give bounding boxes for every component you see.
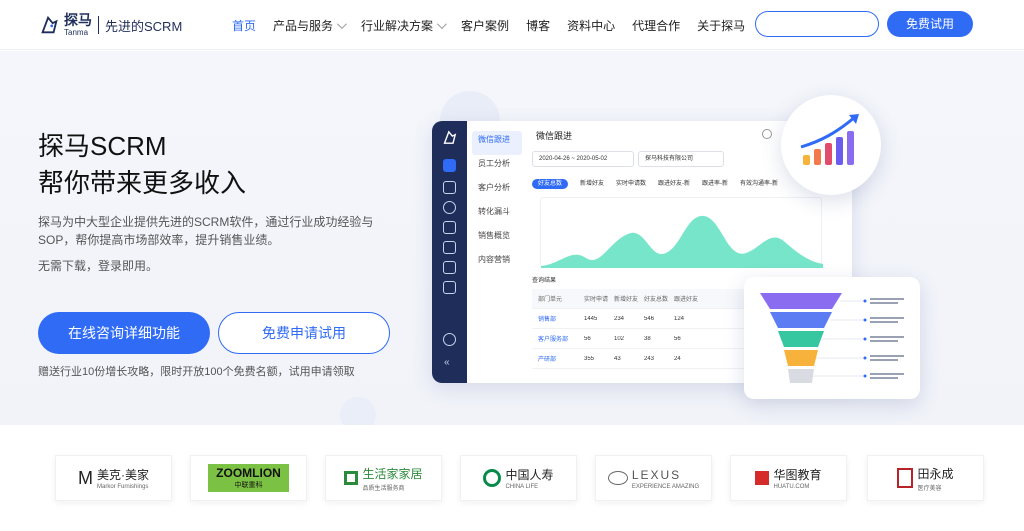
collapse-icon: « [444, 357, 450, 368]
chart-icon [443, 159, 456, 172]
funnel-chart [760, 293, 904, 383]
chevron-down-icon [437, 18, 447, 29]
partner-logo-zoomlion[interactable]: ZOOMLION 中联重科 [190, 455, 307, 501]
mockup-tab[interactable]: 好友总数 [532, 179, 569, 189]
lexus-mark-icon [607, 471, 628, 485]
mockup-tab[interactable]: 有效沟通率-新 [740, 179, 778, 189]
mockup-tab[interactable]: 跟进好友-新 [658, 179, 690, 189]
growth-badge [781, 95, 881, 195]
table-header-row: 部门单元 实时申请数 新增好友 好友总数 跟进好友 [532, 289, 752, 309]
partner-logo-huatu[interactable]: 华图教育 HUATU.COM [730, 455, 847, 501]
decor-circle [340, 397, 376, 425]
menu-item-partners[interactable]: 代理合作 [632, 17, 680, 34]
hero-description: 探马为中大型企业提供先进的SCRM软件，通过行业成功经验与SOP，帮你提高市场部… [38, 215, 374, 247]
hero-section: 探马SCRM 帮你带来更多收入 探马为中大型企业提供先进的SCRM软件，通过行业… [0, 51, 1024, 425]
data-table: 部门单元 实时申请数 新增好友 好友总数 跟进好友 销售部 1445 234 5… [532, 289, 752, 369]
hero-note: 无需下载，登录即用。 [38, 259, 159, 273]
tanma-logo-icon [443, 130, 457, 144]
apply-trial-button[interactable]: 免费申请试用 [218, 312, 390, 354]
tanma-logo-icon [41, 15, 58, 34]
toggle-icon[interactable] [762, 129, 772, 139]
table-row: 产研部 355 43 243 24 [532, 349, 752, 369]
result-label: 查询结果 [532, 278, 557, 284]
partner-logo-markor[interactable]: M 美克·美家 Markor Furnishings [55, 455, 172, 501]
logo-divider [98, 16, 99, 34]
mockup-tab[interactable]: 新增好友 [580, 179, 604, 189]
calendar-icon [443, 241, 456, 254]
settings-icon [443, 333, 456, 346]
grid-icon [443, 281, 456, 294]
partner-logo-lexus[interactable]: LEXUS EXPERIENCE AMAZING [595, 455, 712, 501]
mockup-menu-item[interactable]: 员工分析 [472, 155, 522, 179]
mockup-tab[interactable]: 跟进率-新 [702, 179, 728, 189]
logo-slogan: 先进的SCRM [105, 18, 183, 34]
shield-icon [443, 181, 456, 194]
markor-mark-icon: M [78, 467, 93, 488]
huatu-mark-icon [755, 471, 770, 485]
logo-name-en: Tanma [64, 28, 89, 37]
cloud-icon [443, 261, 456, 274]
hero-title: 探马SCRM [38, 131, 167, 161]
partner-logos: M 美克·美家 Markor Furnishings ZOOMLION 中联重科 … [0, 425, 1024, 531]
table-row: 销售部 1445 234 546 124 [532, 309, 752, 329]
main-menu: 首页 产品与服务 行业解决方案 客户案例 博客 资料中心 代理合作 关于探马 [232, 0, 762, 50]
mockup-tabs: 好友总数 新增好友 实时申请数 跟进好友-新 跟进率-新 有效沟通率-新 [532, 179, 790, 189]
chinalife-mark-icon [483, 469, 502, 487]
funnel-card [744, 277, 920, 399]
menu-item-cases[interactable]: 客户案例 [461, 17, 509, 34]
partner-logo-tianyongcheng[interactable]: 田永成 医疗美容 [867, 455, 984, 501]
shenghuojia-mark-icon [344, 471, 359, 485]
table-row: 客户服务部 56 102 38 56 [532, 329, 752, 349]
user-icon [443, 201, 456, 214]
menu-item-blog[interactable]: 博客 [526, 17, 550, 34]
area-chart-graphic [541, 215, 823, 268]
menu-item-home[interactable]: 首页 [232, 17, 256, 34]
area-chart [540, 197, 823, 268]
mockup-menu: 微信跟进 员工分析 客户分析 转化漏斗 销售概览 内容营销 [472, 131, 522, 275]
brand-logo[interactable]: 探马 Tanma 先进的SCRM [38, 10, 188, 40]
growth-chart-icon [800, 114, 859, 165]
tianyongcheng-mark-icon [897, 468, 914, 488]
date-range-field[interactable]: 2020-04-26 ~ 2020-05-02 [532, 151, 634, 167]
mockup-menu-item[interactable]: 销售概览 [472, 227, 522, 251]
menu-item-resources[interactable]: 资料中心 [567, 17, 615, 34]
top-navbar: 探马 Tanma 先进的SCRM 首页 产品与服务 行业解决方案 客户案例 博客… [0, 0, 1024, 50]
mockup-menu-item[interactable]: 微信跟进 [472, 131, 522, 155]
partner-logo-chinalife[interactable]: 中国人寿 CHINA LIFE [460, 455, 577, 501]
consult-button[interactable]: 在线咨询详细功能 [38, 312, 210, 354]
promo-text: 赠送行业10份增长攻略，限时开放100个免费名额，试用申请领取 [38, 366, 355, 378]
menu-item-products[interactable]: 产品与服务 [273, 17, 347, 34]
mockup-menu-item[interactable]: 客户分析 [472, 179, 522, 203]
free-trial-button[interactable]: 免费试用 [887, 11, 973, 37]
target-icon [443, 221, 456, 234]
company-select[interactable]: 探马科技有限公司 [638, 151, 724, 167]
mockup-tab[interactable]: 实时申请数 [616, 179, 646, 189]
logo-name: 探马 [64, 12, 92, 28]
phone-input[interactable] [755, 11, 879, 37]
mockup-title: 微信跟进 [536, 131, 573, 141]
chevron-down-icon [336, 18, 347, 29]
menu-item-about[interactable]: 关于探马 [697, 17, 745, 34]
mockup-menu-item[interactable]: 转化漏斗 [472, 203, 522, 227]
mockup-menu-item[interactable]: 内容营销 [472, 251, 522, 275]
partner-logo-shenghuojia[interactable]: 生活家家居 品质生活服务商 [325, 455, 442, 501]
mockup-sidebar: « [432, 121, 467, 383]
hero-subtitle: 帮你带来更多收入 [38, 168, 247, 198]
menu-item-solutions[interactable]: 行业解决方案 [361, 17, 447, 34]
